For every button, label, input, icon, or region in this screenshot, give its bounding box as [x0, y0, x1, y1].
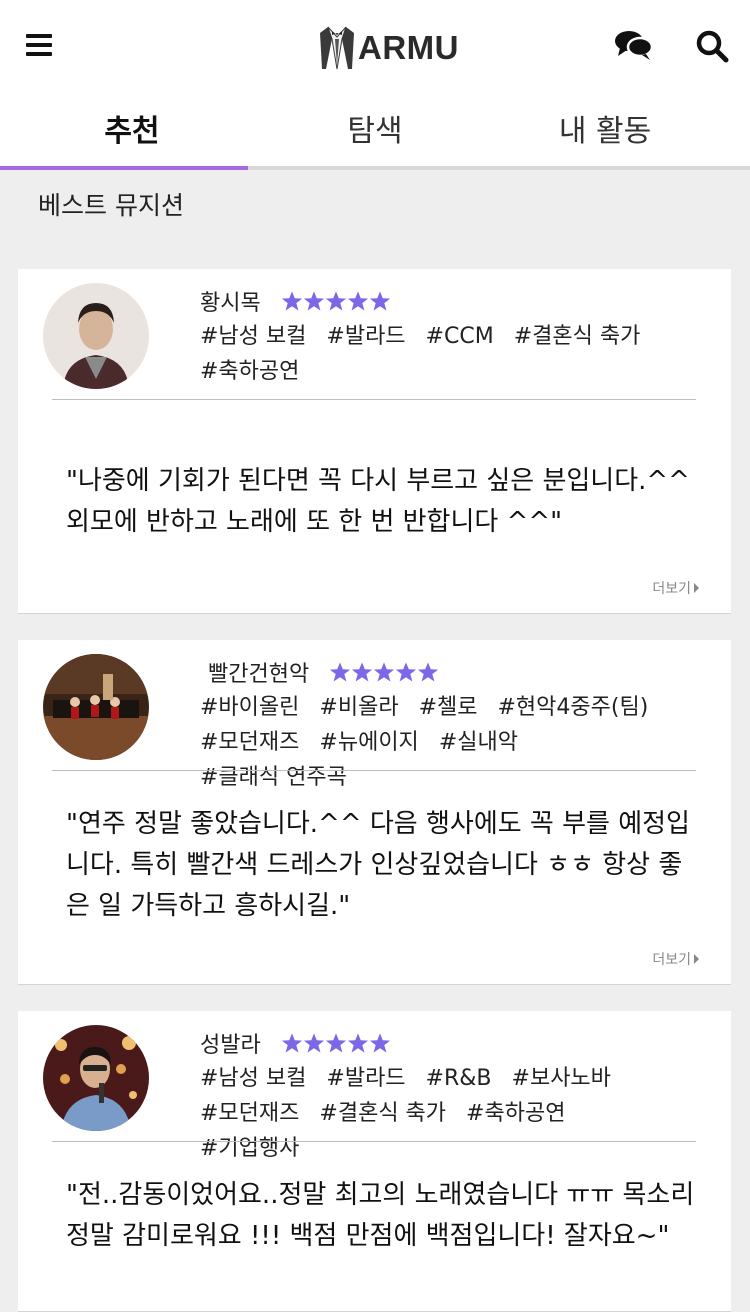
- genre-tag[interactable]: #비올라: [319, 695, 398, 720]
- star-icon: [369, 1033, 390, 1053]
- genre-tag[interactable]: #바이올린: [200, 695, 299, 720]
- star-icon: [369, 291, 390, 311]
- genre-tag[interactable]: #실내악: [439, 730, 518, 755]
- genre-tags: #남성 보컬 #발라드 #R&B #보사노바 #모던재즈 #결혼식 축가 #축하공연 #기업…: [200, 1061, 700, 1166]
- genre-tag[interactable]: #축하공연: [466, 1101, 565, 1126]
- active-tab-indicator: [0, 166, 248, 170]
- star-icon: [303, 291, 324, 311]
- genre-tags: #남성 보컬 #발라드 #CCM #결혼식 축가 #축하공연: [200, 319, 700, 389]
- genre-tag[interactable]: #첼로: [419, 695, 478, 720]
- more-label: 더보기: [652, 952, 691, 968]
- star-icon: [347, 291, 368, 311]
- avatar[interactable]: [43, 1025, 149, 1131]
- genre-tag[interactable]: #모던재즈: [200, 730, 299, 755]
- musician-card[interactable]: 황시목 #남성 보컬 #발라드 #CCM #결혼식 축가 #축하공연 "나중에 기회가…: [18, 269, 731, 614]
- genre-tag[interactable]: #모던재즈: [200, 1101, 299, 1126]
- star-icon: [325, 291, 346, 311]
- review-text: "연주 정말 좋았습니다.^^ 다음 행사에도 꼭 부를 예정입니다. 특히 빨…: [66, 809, 690, 921]
- genre-tag[interactable]: #현악4중주(팀): [497, 695, 648, 720]
- chat-icon[interactable]: [614, 28, 654, 62]
- star-icon: [330, 662, 351, 682]
- musician-name[interactable]: 황시목: [200, 285, 261, 317]
- main-tabs: 추천 탐색 내 활동: [0, 98, 750, 170]
- genre-tag[interactable]: #남성 보컬: [200, 1066, 306, 1091]
- musician-card[interactable]: 성발라 #남성 보컬 #발라드 #R&B #보사노바 #모던재즈 #결혼식 축가 #축하공…: [18, 1011, 731, 1312]
- avatar[interactable]: [43, 654, 149, 760]
- avatar[interactable]: [43, 283, 149, 389]
- star-icon: [418, 662, 439, 682]
- genre-tag[interactable]: #보사노바: [512, 1066, 611, 1091]
- logo-tuxedo-icon: [320, 26, 354, 70]
- more-link[interactable]: 더보기: [652, 578, 699, 598]
- star-icon: [396, 662, 417, 682]
- divider: [52, 770, 696, 771]
- genre-tag[interactable]: #결혼식 축가: [319, 1101, 446, 1126]
- divider: [52, 399, 696, 400]
- rating-stars: [329, 661, 439, 683]
- genre-tag[interactable]: #기업행사: [200, 1136, 299, 1161]
- tab-explore[interactable]: 탐색: [250, 98, 500, 166]
- star-icon: [325, 1033, 346, 1053]
- review-text: "나중에 기회가 된다면 꼭 다시 부르고 싶은 분입니다.^^ 외모에 반하고…: [66, 466, 690, 537]
- genre-tag[interactable]: #축하공연: [200, 359, 299, 384]
- star-icon: [281, 1033, 302, 1053]
- star-icon: [281, 291, 302, 311]
- musician-name[interactable]: 성발라: [200, 1027, 261, 1059]
- star-icon: [374, 662, 395, 682]
- divider: [52, 1141, 696, 1142]
- genre-tag[interactable]: #남성 보컬: [200, 324, 306, 349]
- genre-tag[interactable]: #클래식 연주곡: [200, 765, 347, 790]
- musician-name[interactable]: 빨간건현악: [208, 656, 309, 688]
- tab-recommend[interactable]: 추천: [0, 98, 264, 166]
- genre-tag[interactable]: #결혼식 축가: [514, 324, 641, 349]
- more-link[interactable]: 더보기: [652, 949, 699, 969]
- tab-my-activity[interactable]: 내 활동: [480, 98, 730, 166]
- rating-stars: [281, 290, 391, 312]
- name-row: 황시목: [200, 285, 391, 317]
- logo-text: ARMU: [358, 29, 459, 66]
- star-icon: [303, 1033, 324, 1053]
- caret-right-icon: [694, 583, 699, 593]
- genre-tags: #바이올린 #비올라 #첼로 #현악4중주(팀) #모던재즈 #뉴에이지 #실내악 #클래식…: [200, 690, 700, 795]
- genre-tag[interactable]: #발라드: [326, 324, 405, 349]
- name-row: 성발라: [200, 1027, 391, 1059]
- genre-tag[interactable]: #발라드: [326, 1066, 405, 1091]
- review-text: "전..감동이었어요..정말 최고의 노래였습니다 ㅠㅠ 목소리 정말 감미로워…: [66, 1180, 695, 1251]
- genre-tag[interactable]: #R&B: [426, 1066, 492, 1091]
- star-icon: [352, 662, 373, 682]
- app-logo[interactable]: ARMU: [318, 24, 459, 72]
- star-icon: [347, 1033, 368, 1053]
- search-icon[interactable]: [694, 28, 730, 64]
- section-title: 베스트 뮤지션: [38, 191, 184, 220]
- musician-card[interactable]: 빨간건현악 #바이올린 #비올라 #첼로 #현악4중주(팀) #모던재즈 #뉴에이지 #실…: [18, 640, 731, 985]
- genre-tag[interactable]: #뉴에이지: [319, 730, 418, 755]
- name-row: 빨간건현악: [208, 656, 439, 688]
- caret-right-icon: [694, 954, 699, 964]
- rating-stars: [281, 1032, 391, 1054]
- genre-tag[interactable]: #CCM: [426, 324, 494, 349]
- top-app-bar: ARMU 추천 탐색 내 활동: [0, 0, 750, 170]
- menu-icon[interactable]: [26, 34, 52, 56]
- more-label: 더보기: [652, 581, 691, 597]
